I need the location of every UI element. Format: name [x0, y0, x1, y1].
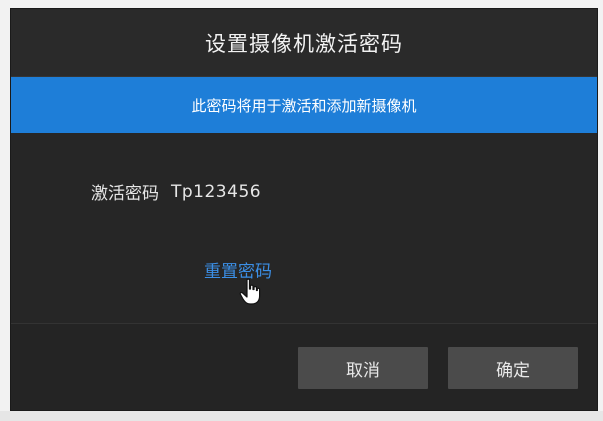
dialog-title: 设置摄像机激活密码 — [11, 9, 597, 77]
password-value: Tp123456 — [171, 181, 262, 202]
reset-password-link[interactable]: 重置密码 — [204, 257, 272, 282]
hand-pointer-icon — [239, 278, 261, 305]
background-strip — [0, 411, 603, 421]
cancel-button[interactable]: 取消 — [298, 347, 428, 389]
info-banner: 此密码将用于激活和添加新摄像机 — [11, 77, 597, 133]
confirm-button[interactable]: 确定 — [448, 347, 578, 389]
password-label: 激活密码 — [91, 184, 159, 204]
dialog-body — [11, 133, 597, 323]
activation-password-dialog: 设置摄像机激活密码 此密码将用于激活和添加新摄像机 激活密码 Tp123456 … — [10, 8, 598, 411]
password-row: 激活密码 Tp123456 — [91, 179, 262, 205]
